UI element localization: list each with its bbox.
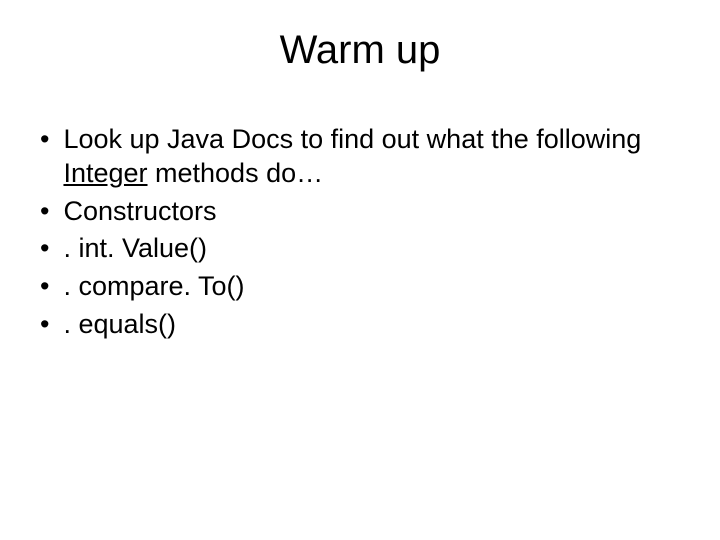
bullet-text: Constructors	[63, 195, 680, 229]
slide-container: Warm up • Look up Java Docs to find out …	[0, 0, 720, 540]
bullet-icon: •	[40, 270, 49, 304]
bullet-text: . int. Value()	[63, 232, 680, 266]
bullet-text: . equals()	[63, 308, 680, 342]
list-item: • . compare. To()	[40, 270, 680, 304]
slide-title: Warm up	[0, 28, 720, 73]
bullet-icon: •	[40, 308, 49, 342]
bullet-icon: •	[40, 232, 49, 266]
bullet-prefix: Look up Java Docs to find out what the f…	[63, 124, 641, 154]
bullet-icon: •	[40, 123, 49, 157]
bullet-icon: •	[40, 195, 49, 229]
list-item: • . int. Value()	[40, 232, 680, 266]
list-item: • Constructors	[40, 195, 680, 229]
bullet-underlined: Integer	[63, 158, 147, 188]
bullet-list: • Look up Java Docs to find out what the…	[0, 123, 720, 342]
list-item: • Look up Java Docs to find out what the…	[40, 123, 680, 191]
bullet-suffix: methods do…	[148, 158, 324, 188]
bullet-text: . compare. To()	[63, 270, 680, 304]
bullet-text: Look up Java Docs to find out what the f…	[63, 123, 680, 191]
list-item: • . equals()	[40, 308, 680, 342]
